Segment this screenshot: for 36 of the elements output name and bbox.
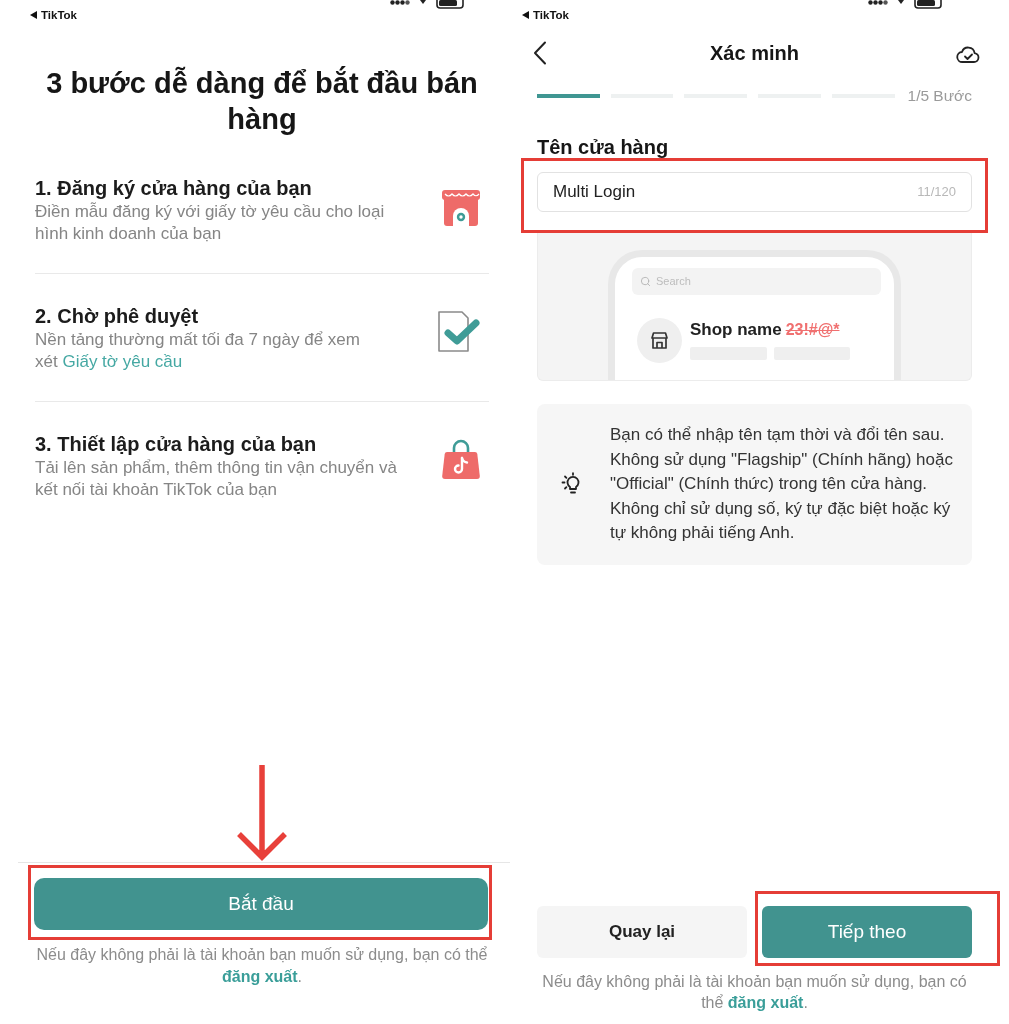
step-title: 2. Chờ phê duyệt	[35, 304, 200, 328]
header-title: Xác minh	[710, 41, 799, 66]
back-button[interactable]: Quay lại	[537, 906, 747, 958]
battery-icon	[436, 0, 466, 9]
back-triangle-icon	[30, 11, 37, 19]
logout-link[interactable]: đăng xuất	[727, 994, 804, 1011]
logout-link[interactable]: đăng xuất	[222, 968, 298, 985]
back-chevron-icon[interactable]	[533, 41, 547, 65]
step-description: Nền tảng thường mất tối đa 7 ngày để xem xét Giấy tờ yêu cầu	[35, 329, 361, 373]
start-button[interactable]: Bắt đầu	[34, 878, 488, 930]
next-button[interactable]: Tiếp theo	[762, 906, 972, 958]
back-to-app-link[interactable]: TikTok	[522, 8, 569, 22]
signal-icon	[868, 0, 888, 5]
shop-name-field[interactable]: Multi Login 11/120	[537, 172, 972, 212]
step-title: 1. Đăng ký cửa hàng của bạn	[35, 176, 313, 200]
shopping-bag-icon	[442, 438, 480, 480]
page-title: 3 bước dễ dàng để bắt đầu bán hàng	[45, 65, 479, 137]
storefront-icon	[442, 190, 480, 226]
tip-text: Bạn có thể nhập tên tạm thời và đổi tên sau. Không sử dụng "Flagship" (Chính hãng) hoặc "Official" (Chính thức) trong tên cửa hàng. Không chỉ sử dụng số, ký tự đặc biệt hoặc ký tự không phải tiếng Anh.	[610, 424, 954, 544]
step-description: Tải lên sản phẩm, thêm thông tin vận chuyển và kết nối tài khoản TikTok của bạn	[35, 457, 398, 501]
required-documents-link[interactable]: Giấy tờ yêu cầu	[62, 352, 183, 371]
search-icon	[640, 276, 651, 287]
step-counter: 1/5 Bước	[907, 86, 972, 107]
logout-note: Nếu đây không phải là tài khoản bạn muốn sử dụng, bạn có thể đăng xuất.	[35, 945, 489, 987]
signal-icon	[390, 0, 410, 5]
step-title: 3. Thiết lập cửa hàng của bạn	[35, 432, 318, 456]
character-counter: 11/120	[917, 183, 956, 202]
back-triangle-icon	[522, 11, 529, 19]
step-description: Điền mẫu đăng ký với giấy tờ yêu cầu cho loại hình kinh doanh của bạn	[35, 201, 386, 245]
invalid-characters-text: 23!#@*	[785, 320, 840, 340]
battery-icon	[914, 0, 944, 9]
field-label: Tên cửa hàng	[537, 136, 670, 158]
shop-name-text: Shop name	[690, 319, 782, 341]
logout-note: Nếu đây không phải là tài khoản bạn muốn sử dụng, bạn có thể đăng xuất.	[541, 972, 968, 1013]
back-to-app-link[interactable]: TikTok	[30, 8, 77, 22]
store-icon	[637, 318, 682, 363]
